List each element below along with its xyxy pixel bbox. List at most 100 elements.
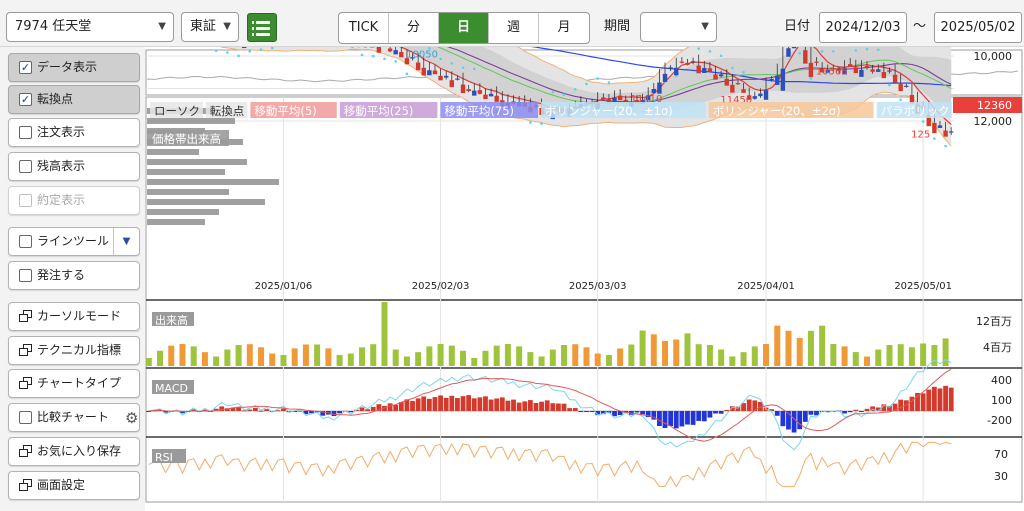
candle-body bbox=[376, 45, 382, 53]
macd-histogram-bar bbox=[438, 395, 443, 411]
tab-timeframe-1[interactable]: 分 bbox=[389, 13, 439, 43]
candle-body bbox=[494, 95, 499, 102]
place-order-toggle[interactable]: 発注する bbox=[8, 261, 140, 290]
position-display-toggle[interactable]: 残高表示 bbox=[8, 152, 140, 181]
parabolic-dot bbox=[394, 60, 397, 63]
macd-histogram-bar bbox=[449, 395, 455, 411]
date-label: 日付 bbox=[784, 19, 811, 34]
price-volume-bar bbox=[147, 118, 235, 124]
candle-body bbox=[758, 93, 763, 97]
candle-body bbox=[606, 99, 612, 103]
volume-bar bbox=[718, 349, 725, 366]
volume-bar bbox=[516, 346, 523, 366]
volume-bar bbox=[392, 349, 399, 366]
rsi-tick-label: 70 bbox=[994, 448, 1008, 461]
parabolic-dot bbox=[708, 50, 712, 53]
volume-bar bbox=[269, 353, 276, 366]
overlay-label: 価格帯出来高 bbox=[152, 132, 221, 146]
chevron-down-icon[interactable]: ▼ bbox=[113, 228, 139, 255]
order-display-toggle[interactable]: 注文表示 bbox=[8, 118, 140, 147]
volume-bar bbox=[258, 347, 265, 366]
macd-histogram-bar bbox=[387, 403, 393, 411]
price-volume-bar bbox=[147, 179, 279, 185]
candle-body bbox=[443, 75, 449, 78]
date-to-field[interactable]: 2025/05/02 bbox=[934, 12, 1022, 43]
volume-bar bbox=[415, 352, 422, 366]
symbol-select[interactable]: 7974 任天堂 ▼ bbox=[6, 12, 174, 42]
volume-bar bbox=[695, 344, 702, 366]
volume-bar bbox=[448, 345, 455, 366]
chevron-down-icon: ▼ bbox=[701, 21, 709, 32]
market-select[interactable]: 東証 ▼ bbox=[181, 12, 239, 42]
technical-button[interactable]: テクニカル指標 bbox=[8, 336, 140, 365]
macd-histogram-bar bbox=[713, 411, 718, 414]
data-display-toggle[interactable]: ✓ データ表示 bbox=[8, 53, 140, 82]
date-from-field[interactable]: 2024/12/03 bbox=[819, 12, 907, 43]
macd-histogram-bar bbox=[466, 395, 472, 411]
candle-body bbox=[752, 96, 758, 99]
parabolic-dot bbox=[832, 50, 835, 53]
sidebar: ✓ データ表示 ✓ 転換点 注文表示 残高表示 約定表示 ラインツール ▼ 発注する … bbox=[0, 47, 145, 511]
volume-bar bbox=[201, 352, 208, 366]
data-display-label: データ表示 bbox=[37, 60, 98, 74]
macd-tick-label: -200 bbox=[987, 414, 1012, 427]
macd-histogram-bar bbox=[864, 408, 870, 411]
macd-histogram-bar bbox=[707, 411, 713, 418]
parabolic-dot bbox=[731, 66, 734, 70]
volume-bar bbox=[482, 350, 489, 366]
volume-bar bbox=[819, 325, 826, 366]
macd-histogram-bar bbox=[477, 397, 483, 411]
tab-timeframe-2[interactable]: 日 bbox=[439, 13, 489, 43]
period-label: 期間 bbox=[604, 19, 631, 34]
volume-bar bbox=[897, 344, 904, 366]
parabolic-dot bbox=[798, 51, 801, 55]
tab-timeframe-3[interactable]: 週 bbox=[489, 13, 539, 43]
chart-area[interactable]: 2025/01/06 2025/02/03 2025/03/03 2025/04/01… bbox=[142, 0, 1024, 511]
chart-type-button[interactable]: チャートタイプ bbox=[8, 369, 140, 398]
window-icon bbox=[19, 479, 32, 492]
price-panel[interactable] bbox=[145, 96, 1023, 301]
line-tool-button[interactable]: ラインツール ▼ bbox=[8, 227, 140, 256]
candle-body bbox=[674, 67, 679, 76]
symbol-value: 7974 任天堂 bbox=[15, 19, 92, 34]
gear-icon[interactable]: ⚙ bbox=[125, 411, 138, 426]
volume-bar bbox=[729, 356, 736, 366]
period-select[interactable]: ▼ bbox=[640, 12, 717, 42]
candle-body bbox=[427, 70, 432, 76]
legend-item: 移動平均(25) bbox=[344, 104, 414, 118]
candle-body bbox=[803, 50, 808, 64]
candle-body bbox=[859, 69, 864, 77]
macd-histogram-bar bbox=[550, 403, 556, 411]
cursor-mode-button[interactable]: カーソルモード bbox=[8, 302, 140, 331]
parabolic-dot bbox=[921, 120, 925, 123]
macd-panel[interactable] bbox=[145, 367, 1023, 438]
volume-bar bbox=[852, 352, 859, 366]
volume-bar bbox=[336, 354, 343, 366]
list-icon-button[interactable] bbox=[247, 13, 277, 42]
macd-histogram-bar bbox=[589, 411, 595, 412]
rsi-panel[interactable] bbox=[145, 436, 1023, 503]
compare-chart-toggle[interactable]: 比較チャート ⚙ bbox=[8, 403, 140, 432]
save-favorite-button[interactable]: お気に入り保存 bbox=[8, 437, 140, 466]
current-price-label: 12360 bbox=[977, 99, 1012, 112]
stock-chart[interactable]: 2025/01/06 2025/02/03 2025/03/03 2025/04/01… bbox=[142, 0, 1024, 511]
macd-histogram-bar bbox=[370, 406, 376, 411]
macd-histogram-bar bbox=[455, 398, 460, 411]
tab-timeframe-0[interactable]: TICK bbox=[339, 13, 389, 43]
macd-histogram-bar bbox=[471, 398, 477, 411]
tab-timeframe-4[interactable]: 月 bbox=[539, 13, 589, 43]
macd-histogram-bar bbox=[584, 411, 589, 412]
screen-settings-button[interactable]: 画面設定 bbox=[8, 471, 140, 500]
turning-point-toggle[interactable]: ✓ 転換点 bbox=[8, 85, 140, 114]
candle-body bbox=[808, 62, 814, 78]
candle-body bbox=[460, 84, 466, 94]
volume-bar bbox=[145, 358, 152, 366]
macd-histogram-bar bbox=[853, 409, 859, 411]
macd-histogram-bar bbox=[640, 411, 645, 415]
macd-histogram-bar bbox=[679, 411, 685, 427]
volume-bar bbox=[370, 344, 377, 366]
volume-bar bbox=[864, 356, 871, 366]
macd-histogram-bar bbox=[460, 396, 466, 411]
candle-body bbox=[763, 90, 769, 100]
macd-histogram-bar bbox=[735, 406, 741, 411]
